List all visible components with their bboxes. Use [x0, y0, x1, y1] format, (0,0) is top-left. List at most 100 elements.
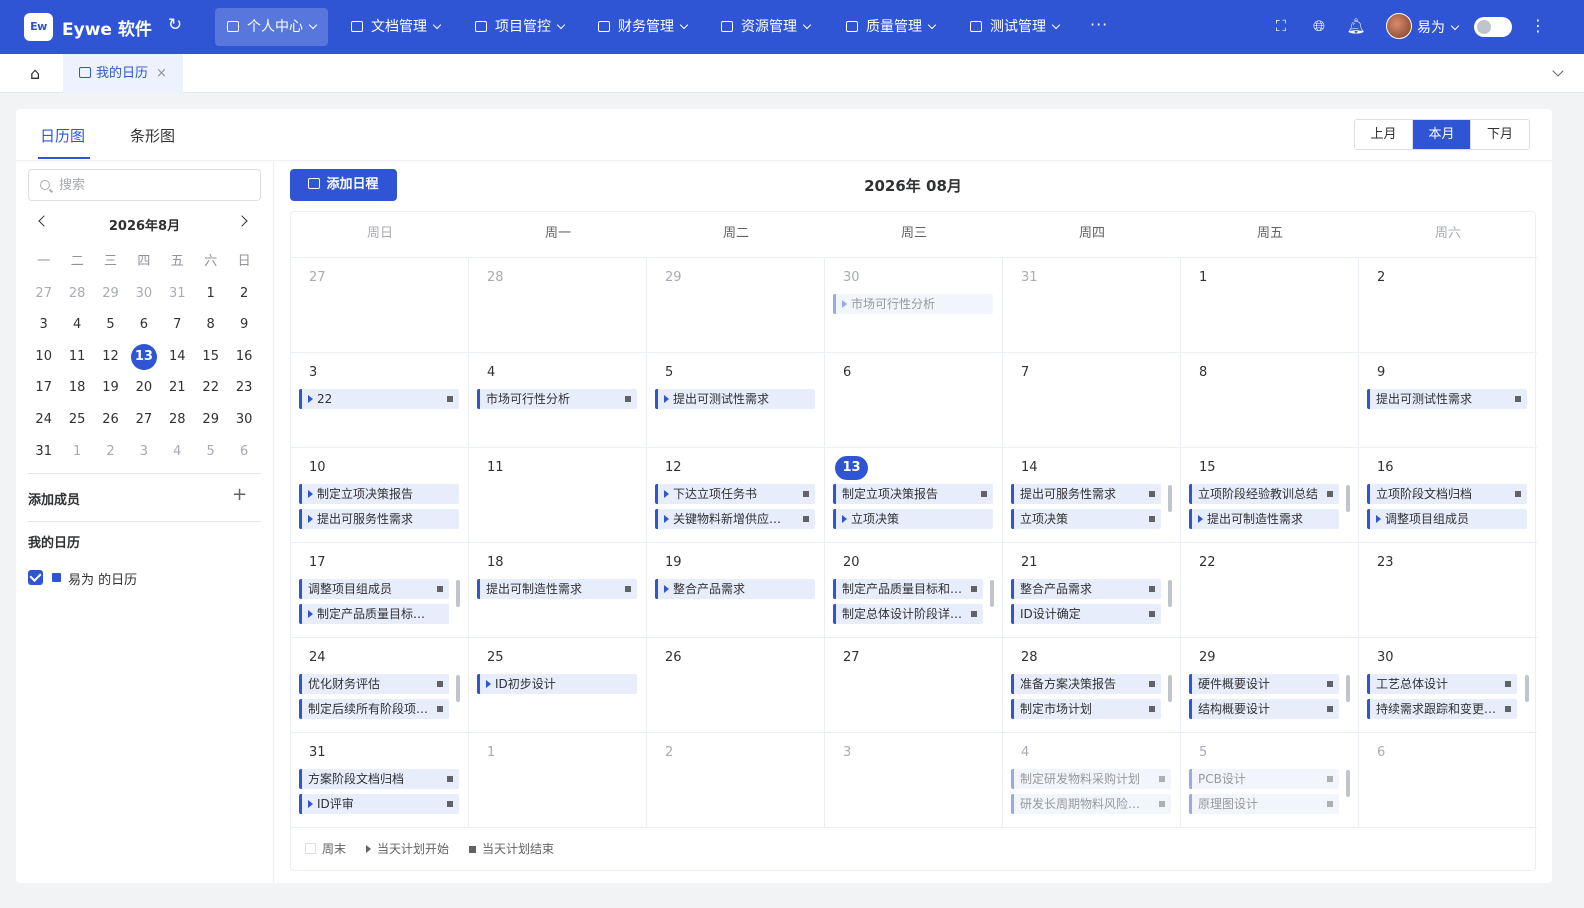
scrollbar[interactable] — [1168, 580, 1172, 607]
mini-day[interactable]: 7 — [161, 309, 194, 341]
mini-day[interactable]: 17 — [27, 372, 60, 404]
day-cell[interactable]: 5 提出可测试性需求 — [647, 353, 825, 448]
mini-day[interactable]: 25 — [60, 404, 93, 436]
event-item[interactable]: 提出可测试性需求 — [1367, 389, 1527, 409]
event-item[interactable]: 市场可行性分析 — [833, 294, 993, 314]
day-cell[interactable]: 31 方案阶段文档归档 ID评审 — [291, 733, 469, 828]
event-item[interactable]: 市场可行性分析 — [477, 389, 637, 409]
event-item[interactable]: 立项阶段经验教训总结 — [1189, 484, 1339, 504]
nav-item[interactable]: 文档管理 — [339, 8, 452, 46]
mini-day[interactable]: 18 — [60, 372, 93, 404]
day-cell[interactable]: 4 市场可行性分析 — [469, 353, 647, 448]
day-cell[interactable]: 25 ID初步设计 — [469, 638, 647, 733]
mini-day[interactable]: 31 — [27, 436, 60, 468]
nav-item[interactable]: 项目管控 — [463, 8, 576, 46]
event-item[interactable]: 制定产品质量目标和… — [833, 579, 983, 599]
globe-icon[interactable]: 🌐︎ — [1309, 16, 1329, 36]
scrollbar[interactable] — [1346, 770, 1350, 797]
day-cell[interactable]: 2 — [1359, 258, 1537, 353]
day-cell[interactable]: 15 立项阶段经验教训总结 提出可制造性需求 — [1181, 448, 1359, 543]
day-cell[interactable]: 31 — [1003, 258, 1181, 353]
kebab-menu-icon[interactable]: ⋮ — [1530, 16, 1546, 36]
mini-day[interactable]: 5 — [94, 309, 127, 341]
close-icon[interactable]: × — [156, 66, 167, 81]
plus-icon[interactable]: + — [232, 486, 247, 504]
mini-day[interactable]: 2 — [94, 436, 127, 468]
nav-item[interactable]: 财务管理 — [586, 8, 699, 46]
nav-item[interactable]: 质量管理 — [834, 8, 947, 46]
fullscreen-icon[interactable]: ⛶ — [1271, 16, 1291, 36]
calendar-checkbox[interactable] — [28, 570, 43, 585]
mini-day[interactable]: 27 — [27, 278, 60, 310]
day-cell[interactable]: 5 PCB设计 原理图设计 — [1181, 733, 1359, 828]
tab-my-calendar[interactable]: 我的日历 × — [63, 54, 183, 93]
current-month-button[interactable]: 本月 — [1413, 120, 1471, 149]
mini-day[interactable]: 12 — [94, 341, 127, 373]
mini-day[interactable]: 22 — [194, 372, 227, 404]
mini-day[interactable]: 29 — [194, 404, 227, 436]
mini-day[interactable]: 3 — [127, 436, 160, 468]
tab-calendar-view[interactable]: 日历图 — [40, 125, 85, 146]
scrollbar[interactable] — [1346, 485, 1350, 512]
event-item[interactable]: 立项决策 — [1011, 509, 1161, 529]
day-cell[interactable]: 1 — [469, 733, 647, 828]
mini-day[interactable]: 31 — [161, 278, 194, 310]
mini-day[interactable]: 4 — [60, 309, 93, 341]
mini-day[interactable]: 1 — [194, 278, 227, 310]
event-item[interactable]: 整合产品需求 — [655, 579, 815, 599]
mini-day[interactable]: 19 — [94, 372, 127, 404]
add-event-button[interactable]: 添加日程 — [290, 169, 397, 201]
mini-day[interactable]: 5 — [194, 436, 227, 468]
day-cell[interactable]: 26 — [647, 638, 825, 733]
mini-day[interactable]: 30 — [127, 278, 160, 310]
event-item[interactable]: 工艺总体设计 — [1367, 674, 1517, 694]
event-item[interactable]: 下达立项任务书 — [655, 484, 815, 504]
next-month-button[interactable]: 下月 — [1471, 120, 1529, 149]
nav-item[interactable]: 资源管理 — [709, 8, 822, 46]
event-item[interactable]: 立项阶段文档归档 — [1367, 484, 1527, 504]
mini-day[interactable]: 20 — [127, 372, 160, 404]
day-cell[interactable]: 1 — [1181, 258, 1359, 353]
day-cell[interactable]: 29 硬件概要设计 结构概要设计 — [1181, 638, 1359, 733]
mini-day[interactable]: 3 — [27, 309, 60, 341]
day-cell[interactable]: 16 立项阶段文档归档 调整项目组成员 — [1359, 448, 1537, 543]
event-item[interactable]: 提出可制造性需求 — [477, 579, 637, 599]
avatar[interactable] — [1386, 13, 1412, 39]
theme-toggle[interactable] — [1474, 17, 1512, 37]
event-item[interactable]: 制定总体设计阶段详… — [833, 604, 983, 624]
day-cell[interactable]: 7 — [1003, 353, 1181, 448]
event-item[interactable]: 制定立项决策报告 — [299, 484, 459, 504]
event-item[interactable]: 制定市场计划 — [1011, 699, 1161, 719]
event-item[interactable]: 提出可服务性需求 — [299, 509, 459, 529]
event-item[interactable]: 调整项目组成员 — [299, 579, 449, 599]
mini-day[interactable]: 1 — [60, 436, 93, 468]
mini-day[interactable]: 23 — [227, 372, 260, 404]
day-cell[interactable]: 30 工艺总体设计 持续需求跟踪和变更… — [1359, 638, 1537, 733]
event-item[interactable]: 原理图设计 — [1189, 794, 1339, 814]
scrollbar[interactable] — [1525, 675, 1529, 702]
event-item[interactable]: ID评审 — [299, 794, 459, 814]
day-cell[interactable]: 17 调整项目组成员 制定产品质量目标和… — [291, 543, 469, 638]
day-cell[interactable]: 3 22 — [291, 353, 469, 448]
event-item[interactable]: 制定产品质量目标和… — [299, 604, 449, 624]
mini-day[interactable]: 10 — [27, 341, 60, 373]
event-item[interactable]: 持续需求跟踪和变更… — [1367, 699, 1517, 719]
event-item[interactable]: 立项决策 — [833, 509, 993, 529]
mini-day[interactable]: 21 — [161, 372, 194, 404]
chevron-down-icon[interactable] — [1552, 65, 1564, 77]
scrollbar[interactable] — [990, 580, 994, 607]
mini-day[interactable]: 30 — [227, 404, 260, 436]
day-cell[interactable]: 23 — [1359, 543, 1537, 638]
mini-day[interactable]: 4 — [161, 436, 194, 468]
nav-item[interactable]: 个人中心 — [215, 8, 328, 46]
app-logo[interactable]: Ew — [24, 13, 53, 41]
event-item[interactable]: PCB设计 — [1189, 769, 1339, 789]
more-menu-icon[interactable]: ··· — [1090, 15, 1108, 34]
event-item[interactable]: 硬件概要设计 — [1189, 674, 1339, 694]
event-item[interactable]: ID设计确定 — [1011, 604, 1161, 624]
event-item[interactable]: 制定后续所有阶段项… — [299, 699, 449, 719]
day-cell[interactable]: 22 — [1181, 543, 1359, 638]
event-item[interactable]: 方案阶段文档归档 — [299, 769, 459, 789]
day-cell[interactable]: 4 制定研发物料采购计划 研发长周期物料风险采购 — [1003, 733, 1181, 828]
day-cell[interactable]: 3 — [825, 733, 1003, 828]
